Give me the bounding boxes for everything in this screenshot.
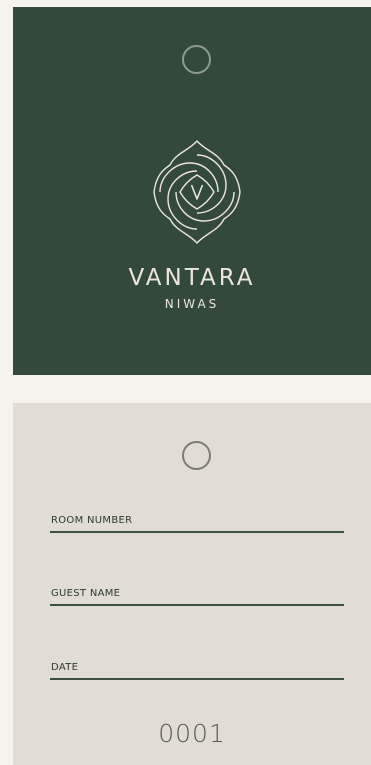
date-label: DATE (51, 662, 79, 673)
guest-name-label: GUEST NAME (51, 588, 121, 599)
date-line (50, 678, 344, 680)
room-number-field[interactable]: ROOM NUMBER (50, 515, 344, 533)
tag-back: ROOM NUMBER GUEST NAME DATE 0001 (13, 403, 371, 765)
brand-name: VANTARA (128, 265, 256, 291)
tag-front: VANTARA NIWAS (13, 7, 371, 375)
date-field[interactable]: DATE (50, 662, 344, 680)
room-number-label: ROOM NUMBER (51, 515, 133, 526)
tag-hole (182, 441, 211, 470)
guest-name-line (50, 604, 344, 606)
guest-name-field[interactable]: GUEST NAME (50, 588, 344, 606)
brand-subtitle: NIWAS (164, 297, 220, 311)
room-number-line (50, 531, 344, 533)
lotus-knot-monogram-icon (153, 140, 241, 244)
serial-number: 0001 (158, 719, 226, 748)
tag-hole (182, 45, 211, 74)
